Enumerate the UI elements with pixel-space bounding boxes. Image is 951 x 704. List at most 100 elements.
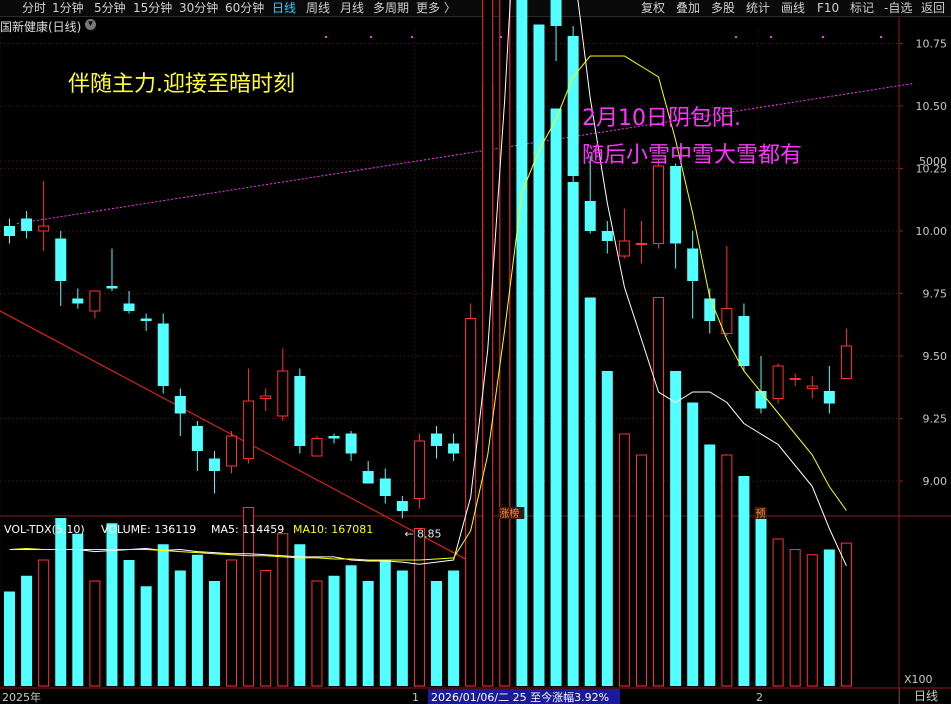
candle-body [4,226,15,236]
candle [431,426,442,459]
signal-dot [880,36,882,38]
candle [806,376,818,399]
candle-body [328,436,340,439]
volume-bar [465,318,477,687]
volume-bar [226,559,238,687]
volume-bar [345,565,357,686]
volume-bar [396,570,408,686]
candle-body [226,435,238,467]
candle-body [396,501,408,511]
candle-body [379,478,391,496]
annotation-magenta-1: 2月10日阴包阳. [582,106,741,131]
volume-bar [362,581,374,686]
volume-bar [840,542,852,687]
candle [38,181,50,251]
time-label-start: 2025年 [2,690,41,704]
volume-bar [260,570,272,687]
candle-body [823,391,835,404]
price-tick-label: 9.75 [923,288,948,301]
candle [413,433,425,509]
volume-bar [653,297,665,687]
candle-body [567,36,579,176]
candle [72,288,84,309]
volume-bar [584,297,596,686]
candle [191,421,203,471]
volume-bar [533,24,545,686]
volume-bar [311,580,323,687]
volume-bar [294,544,306,686]
volume-value: VOLUME: 136119 [101,523,196,536]
candle-body [157,323,169,386]
candle-body [413,440,425,499]
candle-body [174,396,186,414]
candle [208,451,220,494]
volume-bar [89,580,101,687]
volume-tick-label: 5000 [919,155,947,168]
candle [157,313,169,394]
candle [55,231,67,306]
candle-body [362,471,374,484]
candle [755,356,767,414]
forecast-marker: 预 [756,508,766,520]
volume-bar [157,544,169,686]
candle-body [584,201,596,231]
candle-body [806,385,818,389]
candle [174,388,186,436]
candle [106,248,118,291]
candle [396,496,408,519]
stock-chart: 9.009.259.509.7510.0010.2510.5010.7511.0… [0,0,951,704]
volume-bar [755,507,767,686]
tab-daily-bottom[interactable]: 日线 [899,689,951,704]
candle [243,368,255,464]
volume-bar [328,575,340,686]
candle-body [294,376,306,446]
volume-bar [106,523,118,686]
volume-bar [704,444,716,686]
candle-body [789,378,801,380]
volume-bar [721,454,733,687]
candle-body [21,218,33,231]
volume-bar [567,182,579,686]
volume-bar [413,528,425,687]
candle [738,303,750,371]
candle-body [38,225,50,232]
signal-dot [325,36,327,38]
signal-dot [822,36,824,38]
candle-body [653,165,665,244]
time-label-month-2: 2 [756,691,763,704]
candle-body [687,248,699,281]
candle [21,211,33,239]
signal-dot [735,36,737,38]
volume-bar [174,570,186,686]
candle-body [260,395,272,399]
candle-body [277,370,289,417]
candle [448,433,460,461]
candle [379,468,391,504]
candle-body [106,286,118,289]
candle-body [618,240,630,257]
candle-body [448,443,460,454]
candle [823,366,835,414]
candle-body [840,345,852,379]
volume-bar [431,581,442,686]
candle [226,431,238,474]
price-tick-label: 9.50 [923,350,948,363]
candle [345,431,357,461]
volume-bar [4,591,15,686]
volume-ma10-line [9,55,847,561]
cursor-date-label: 2026/01/06/二 25 至今涨幅3.92% [431,690,609,704]
volume-bar [618,433,630,687]
price-tick-label: 10.75 [916,38,948,51]
volume-ma10-value: MA10: 167081 [293,523,373,536]
candle [840,328,852,379]
volume-unit-label: X100 [904,673,933,686]
candle-body [55,238,67,281]
candle [140,313,152,331]
candle [687,231,699,319]
price-tick-label: 9.25 [923,413,948,426]
volume-bar [208,581,220,686]
volume-bar [806,554,818,687]
candle [277,348,289,421]
candle-body [755,391,767,409]
candle-body [89,290,101,312]
